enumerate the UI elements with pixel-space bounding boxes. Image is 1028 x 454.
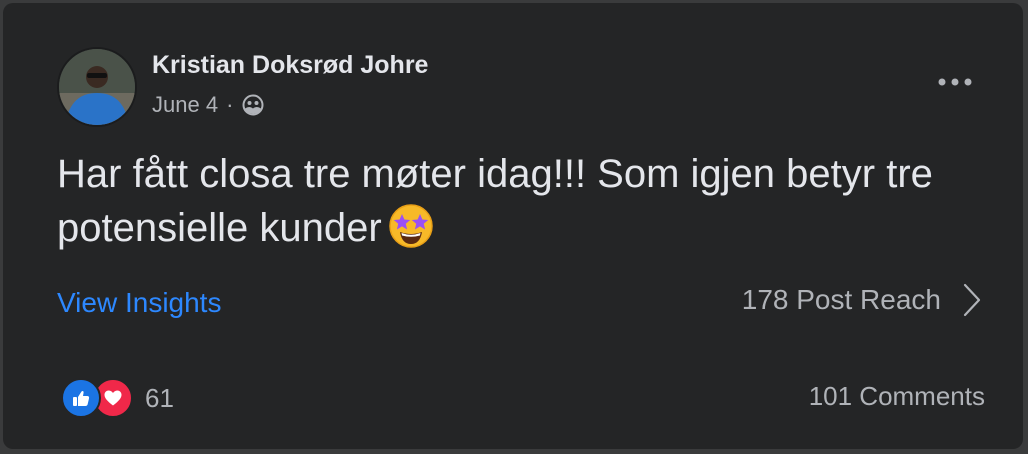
like-icon (61, 378, 101, 418)
avatar[interactable] (57, 47, 137, 127)
reaction-count: 61 (145, 382, 174, 413)
post-body: Har fått closa tre møter idag!!! Som igj… (57, 152, 933, 250)
view-insights-link[interactable]: View Insights (57, 287, 221, 319)
comments-count-link[interactable]: 101 Comments (809, 381, 985, 412)
friends-icon[interactable] (241, 94, 265, 116)
reactions-summary[interactable]: 61 (61, 378, 174, 418)
chevron-right-icon (963, 283, 981, 317)
post-date[interactable]: June 4 (152, 92, 218, 118)
author-name[interactable]: Kristian Doksrød Johre (152, 51, 428, 80)
post-text: Har fått closa tre møter idag!!! Som igj… (57, 147, 957, 263)
post-meta: June 4 · (152, 92, 265, 118)
post-reach-button[interactable]: 178 Post Reach (742, 283, 981, 317)
more-options-button[interactable] (931, 67, 979, 97)
post-card: Kristian Doksrød Johre June 4 · Har fått… (3, 3, 1023, 449)
more-horizontal-icon (938, 78, 972, 86)
avatar-photo (59, 49, 135, 125)
meta-separator: · (226, 92, 234, 117)
star-struck-emoji (388, 203, 434, 263)
post-reach-label: 178 Post Reach (741, 284, 941, 315)
